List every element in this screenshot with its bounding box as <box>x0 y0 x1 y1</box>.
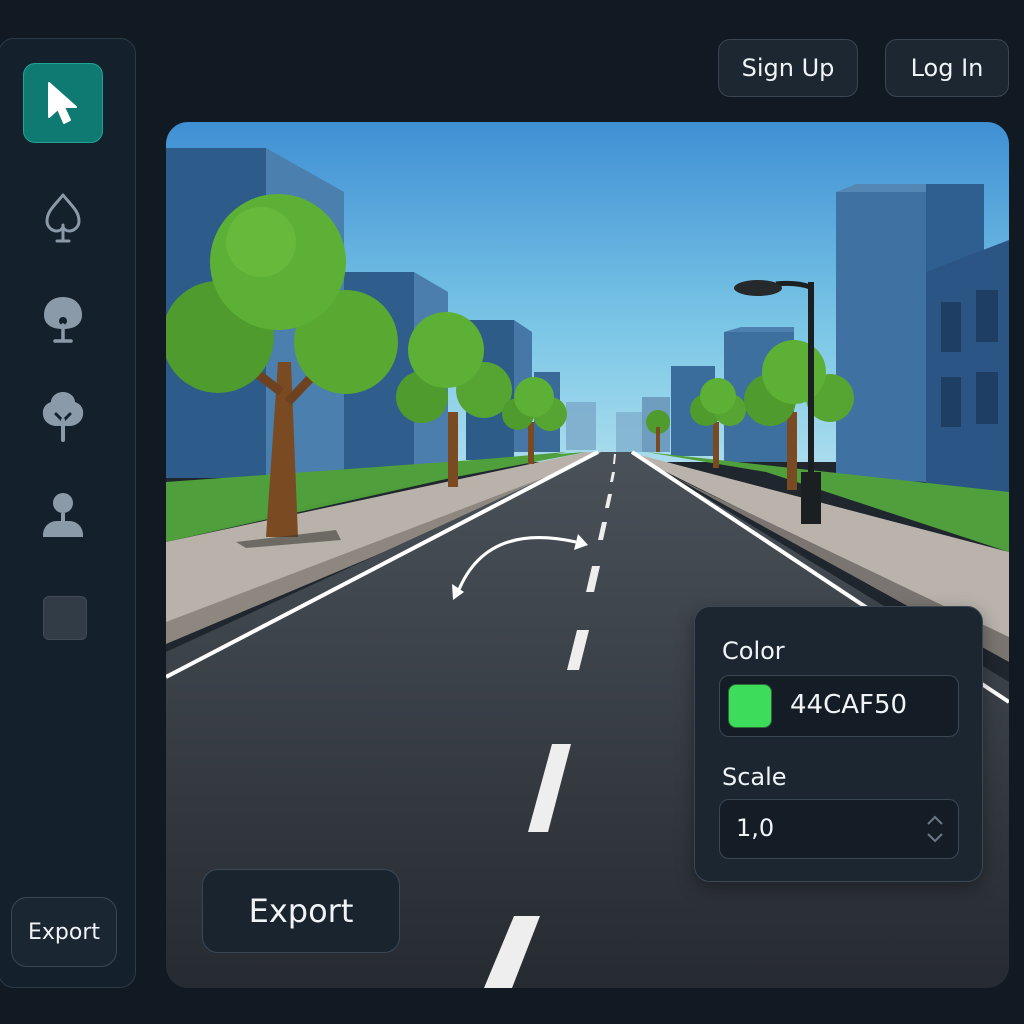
sidebar-export-button[interactable]: Export <box>11 897 117 967</box>
spade-tree-tool-button[interactable] <box>23 179 103 259</box>
properties-panel: Color 44CAF50 Scale 1,0 <box>694 606 983 882</box>
color-field[interactable]: 44CAF50 <box>719 675 959 737</box>
color-label: Color <box>722 637 785 665</box>
scale-stepper-icon[interactable] <box>924 812 946 846</box>
canvas-export-button[interactable]: Export <box>202 869 400 953</box>
scale-value: 1,0 <box>736 814 775 842</box>
cursor-icon <box>48 82 77 124</box>
color-swatch[interactable] <box>728 684 772 728</box>
round-tree-icon <box>44 297 82 343</box>
sidebar-toolbar: Export <box>0 38 136 988</box>
log-in-button[interactable]: Log In <box>885 39 1009 97</box>
select-tool-button[interactable] <box>23 63 103 143</box>
deciduous-tree-tool-button[interactable] <box>23 377 103 457</box>
person-tool-button[interactable] <box>23 475 103 555</box>
square-shape-tool-button[interactable] <box>43 596 87 640</box>
round-tree-tool-button[interactable] <box>23 279 103 359</box>
scale-field[interactable]: 1,0 <box>719 799 959 859</box>
deciduous-tree-icon <box>42 392 84 442</box>
scale-label: Scale <box>722 763 787 791</box>
spade-tree-icon <box>45 193 81 243</box>
color-value: 44CAF50 <box>790 690 908 720</box>
sign-up-button[interactable]: Sign Up <box>718 39 858 97</box>
person-icon <box>43 493 83 537</box>
app-root: Export Sign Up Log In Export Color 44CAF… <box>0 0 1024 1024</box>
